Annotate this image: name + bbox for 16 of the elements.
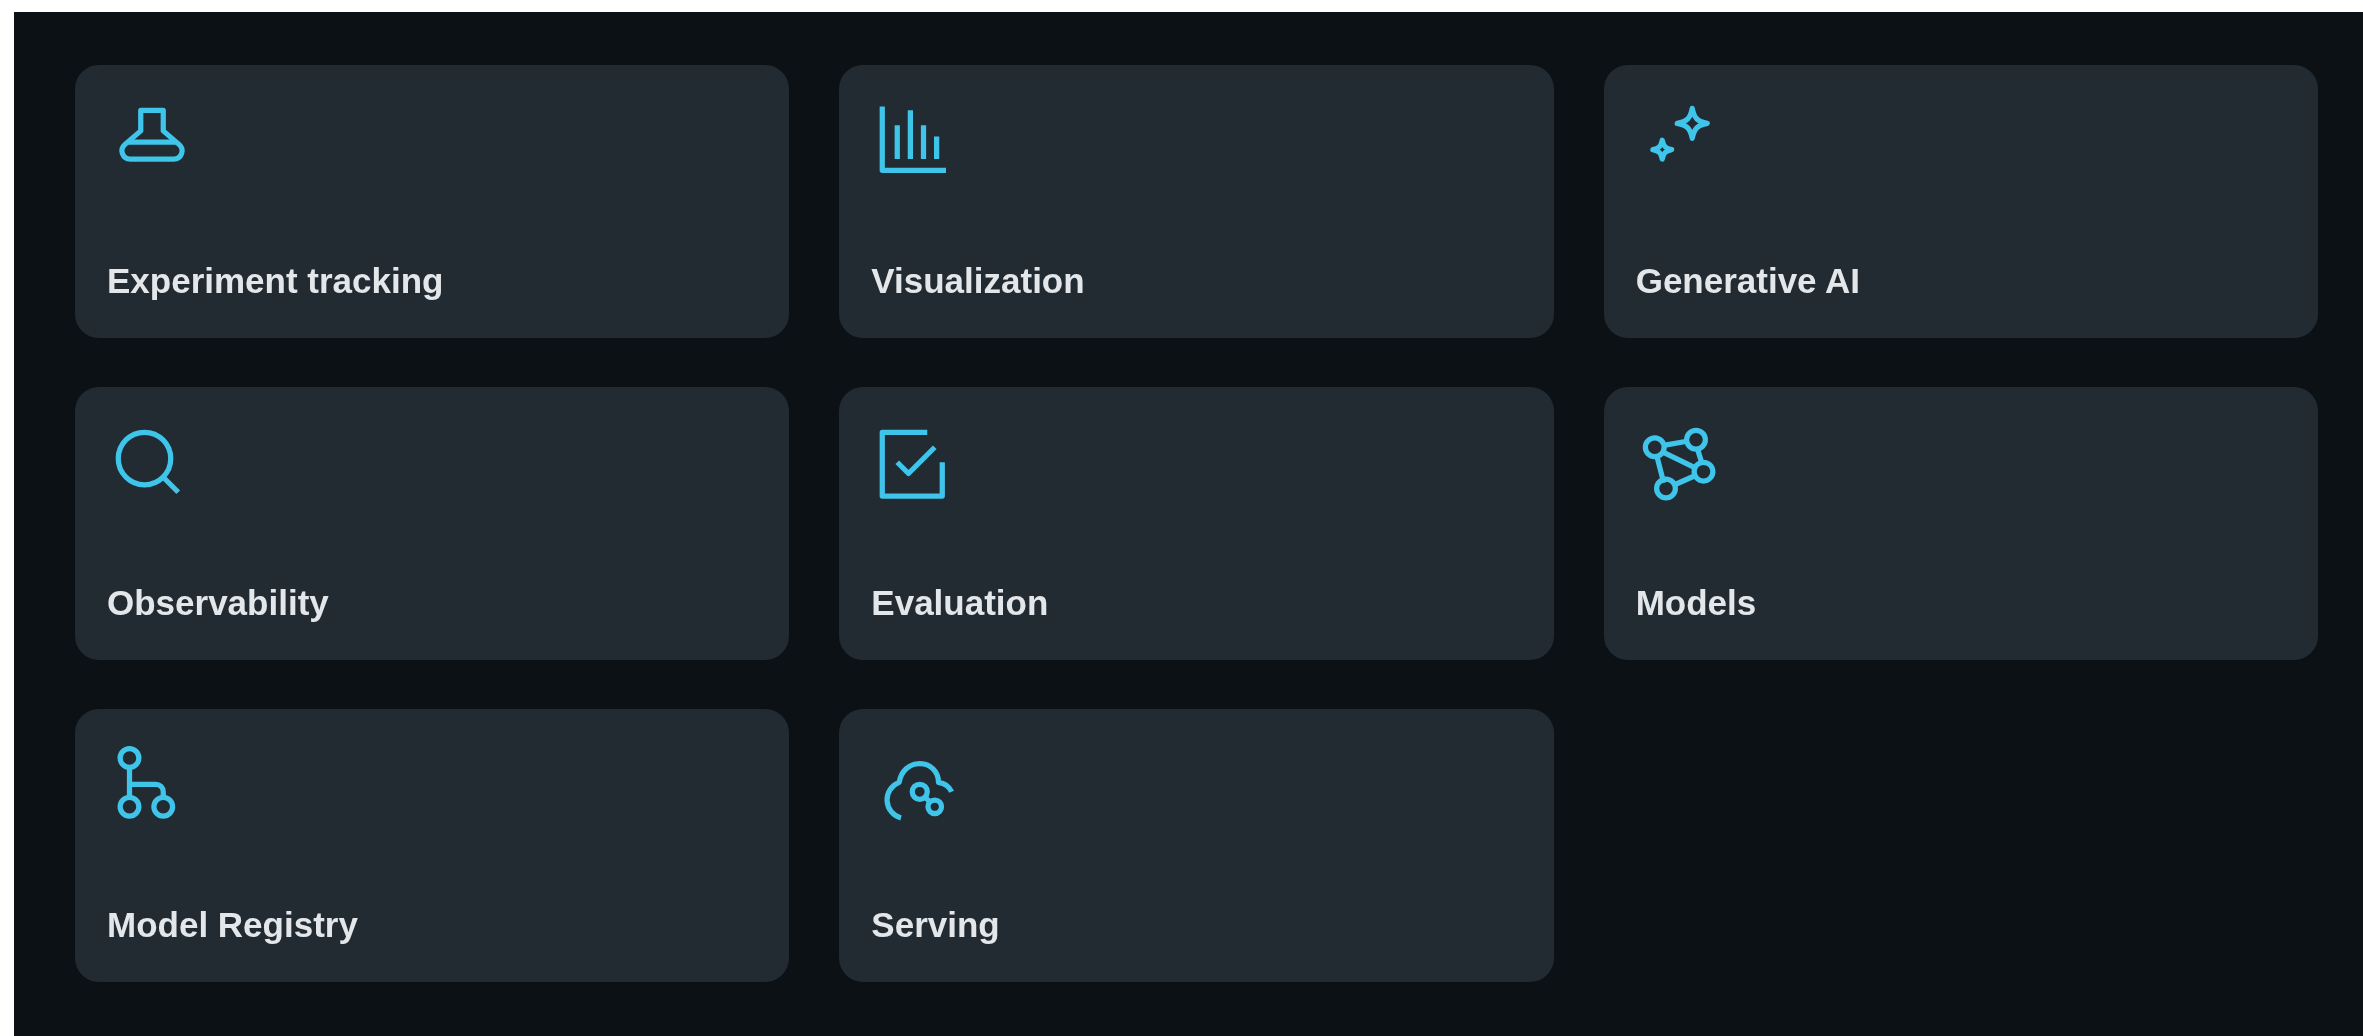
feature-card[interactable]: Generative AI	[1603, 65, 2318, 338]
feature-card[interactable]: Serving	[839, 709, 1554, 982]
feature-card[interactable]: Models	[1603, 387, 2318, 660]
feature-card[interactable]: Model Registry	[75, 709, 790, 982]
card-title: Experiment tracking	[107, 263, 444, 298]
card-title: Visualization	[871, 263, 1085, 298]
card-title: Model Registry	[107, 907, 358, 942]
card-title: Evaluation	[871, 585, 1049, 620]
feature-card[interactable]: Experiment tracking	[75, 65, 790, 338]
feature-card[interactable]: Evaluation	[839, 387, 1554, 660]
card-title: Serving	[871, 907, 1000, 942]
feature-card[interactable]: Observability	[75, 387, 790, 660]
card-title: Generative AI	[1635, 263, 1860, 298]
card-title: Models	[1635, 585, 1757, 620]
card-title: Observability	[107, 585, 329, 620]
feature-card[interactable]: Visualization	[839, 65, 1554, 338]
